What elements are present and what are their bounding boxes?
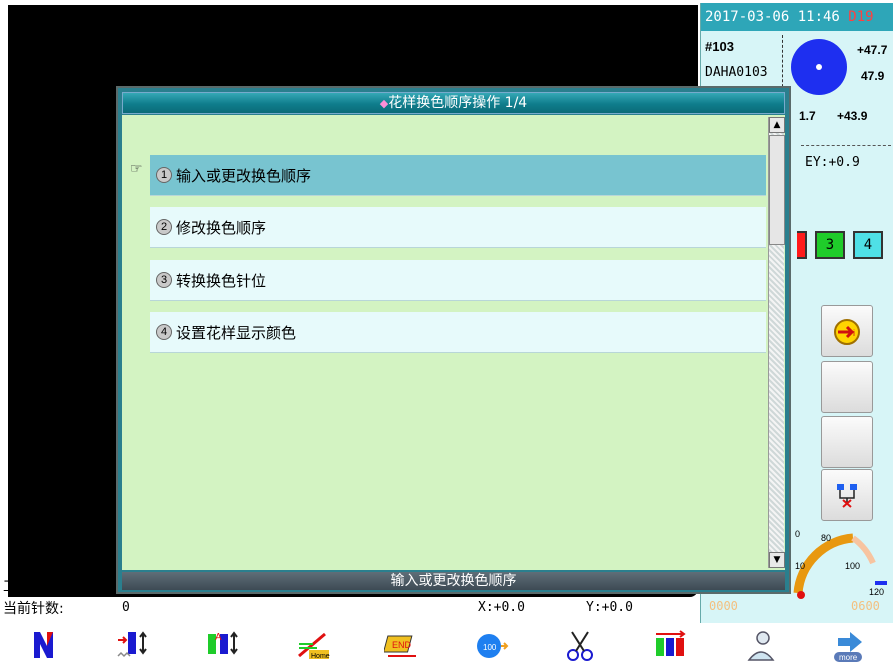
- needle-bar: 3 4: [797, 231, 883, 259]
- color-change-icon: [655, 630, 686, 656]
- scroll-up-button[interactable]: ▲: [769, 117, 785, 133]
- current-stitch-value: 0: [122, 600, 130, 615]
- y-readout: Y:+0.0: [586, 600, 633, 615]
- number-badge-icon: 1: [156, 167, 172, 183]
- dim-mid: 47.9: [861, 69, 885, 83]
- info-arrow-icon: i: [834, 319, 860, 345]
- speed-button[interactable]: 100: [446, 620, 535, 672]
- more-button[interactable]: more: [804, 620, 893, 672]
- svg-text:i: i: [853, 328, 855, 338]
- datetime-text: 2017-03-06 11:46: [705, 9, 840, 25]
- dim-right: +43.9: [837, 109, 868, 123]
- gauge-tick-80: 80: [821, 533, 831, 543]
- end-icon: END: [383, 635, 416, 657]
- needle-slot-3[interactable]: 3: [815, 231, 845, 259]
- menu-item-label: 输入或更改换色顺序: [176, 166, 312, 185]
- dialog-title: 花样换色顺序操作 1/4: [388, 95, 528, 111]
- title-diamond-icon: ◆: [379, 97, 389, 110]
- user-button[interactable]: [714, 620, 803, 672]
- gauge-tick-10: 10: [795, 561, 805, 571]
- home-icon: Home: [297, 632, 330, 660]
- menu-item-label: 设置花样显示颜色: [176, 323, 297, 342]
- color-order-dialog: ◆花样换色顺序操作 1/4 ☞ 1 输入或更改换色顺序 2 修改换色顺序 3 转…: [116, 86, 791, 594]
- counter-right: 0600: [851, 599, 880, 613]
- gauge-tick-120: 120: [869, 587, 884, 597]
- more-icon-text: more: [839, 653, 858, 662]
- number-badge-icon: 3: [156, 272, 172, 288]
- pattern-button[interactable]: [0, 620, 89, 672]
- pattern-preview-disc: [791, 39, 847, 95]
- frame-move-button[interactable]: [89, 620, 178, 672]
- more-icon: more: [834, 632, 863, 662]
- end-button[interactable]: END: [357, 620, 446, 672]
- dialog-status-bar: 输入或更改换色顺序: [122, 572, 785, 590]
- info-button[interactable]: i: [821, 305, 873, 357]
- current-stitch-label: 当前针数:: [3, 601, 64, 617]
- dialog-body: ☞ 1 输入或更改换色顺序 2 修改换色顺序 3 转换换色针位 4 设置花样显示…: [122, 115, 785, 570]
- dim-left: 1.7: [799, 109, 816, 123]
- menu-item-display-color[interactable]: 4 设置花样显示颜色: [150, 312, 766, 353]
- network-icon: [837, 484, 857, 508]
- dialog-title-bar: ◆花样换色顺序操作 1/4: [122, 92, 785, 114]
- ey-readout: EY:+0.9: [805, 155, 860, 170]
- number-badge-icon: 2: [156, 219, 172, 235]
- scroll-thumb[interactable]: [769, 135, 785, 245]
- menu-item-modify-color-order[interactable]: 2 修改换色顺序: [150, 207, 766, 248]
- needle-slot-4[interactable]: 4: [853, 231, 883, 259]
- end-icon-text: END: [392, 640, 412, 650]
- pattern-icon: [33, 632, 53, 658]
- menu-item-label: 转换换色针位: [176, 271, 267, 290]
- datetime-suffix: D19: [848, 9, 874, 25]
- frame-move-icon: [117, 631, 147, 658]
- menu-item-label: 修改换色顺序: [176, 218, 267, 237]
- datetime: 2017-03-06 11:46 D19: [701, 3, 893, 31]
- x-readout: X:+0.0: [478, 600, 525, 615]
- ab-switch-button[interactable]: A: [179, 620, 268, 672]
- menu-item-convert-needle[interactable]: 3 转换换色针位: [150, 260, 766, 301]
- color-change-button[interactable]: [625, 620, 714, 672]
- trim-button[interactable]: [536, 620, 625, 672]
- divider: [801, 145, 891, 146]
- piece-count-label: 工件数:: [3, 579, 50, 595]
- blank-button-1[interactable]: [821, 361, 873, 413]
- ab-switch-icon: A: [208, 631, 239, 655]
- home-button[interactable]: Home: [268, 620, 357, 672]
- blank-button-2[interactable]: [821, 416, 873, 468]
- menu-item-input-color-order[interactable]: 1 输入或更改换色顺序: [150, 155, 766, 196]
- gauge-tick-0: 0: [795, 529, 800, 539]
- network-button[interactable]: [821, 469, 873, 521]
- speed-icon: 100: [477, 634, 509, 658]
- home-icon-text: Home: [311, 653, 330, 660]
- bottom-toolbar: A Home END 100 more: [0, 620, 893, 672]
- speed-icon-text: 100: [483, 643, 497, 652]
- scrollbar[interactable]: ▲ ▼: [768, 117, 785, 568]
- needle-slot-red[interactable]: [797, 231, 807, 259]
- speed-gauge: 0 80 10 100 120: [793, 529, 887, 599]
- scroll-down-button[interactable]: ▼: [769, 552, 785, 568]
- scissors-icon: [567, 631, 594, 661]
- gauge-tick-100: 100: [845, 561, 860, 571]
- number-badge-icon: 4: [156, 324, 172, 340]
- design-name: DAHA0103: [705, 65, 768, 80]
- pointer-hand-icon: ☞: [130, 161, 143, 177]
- counter-left: 0000: [709, 599, 738, 613]
- design-number: #103: [705, 39, 734, 54]
- user-icon: [747, 631, 775, 661]
- svg-text:A: A: [215, 632, 222, 643]
- dim-top: +47.7: [857, 43, 888, 57]
